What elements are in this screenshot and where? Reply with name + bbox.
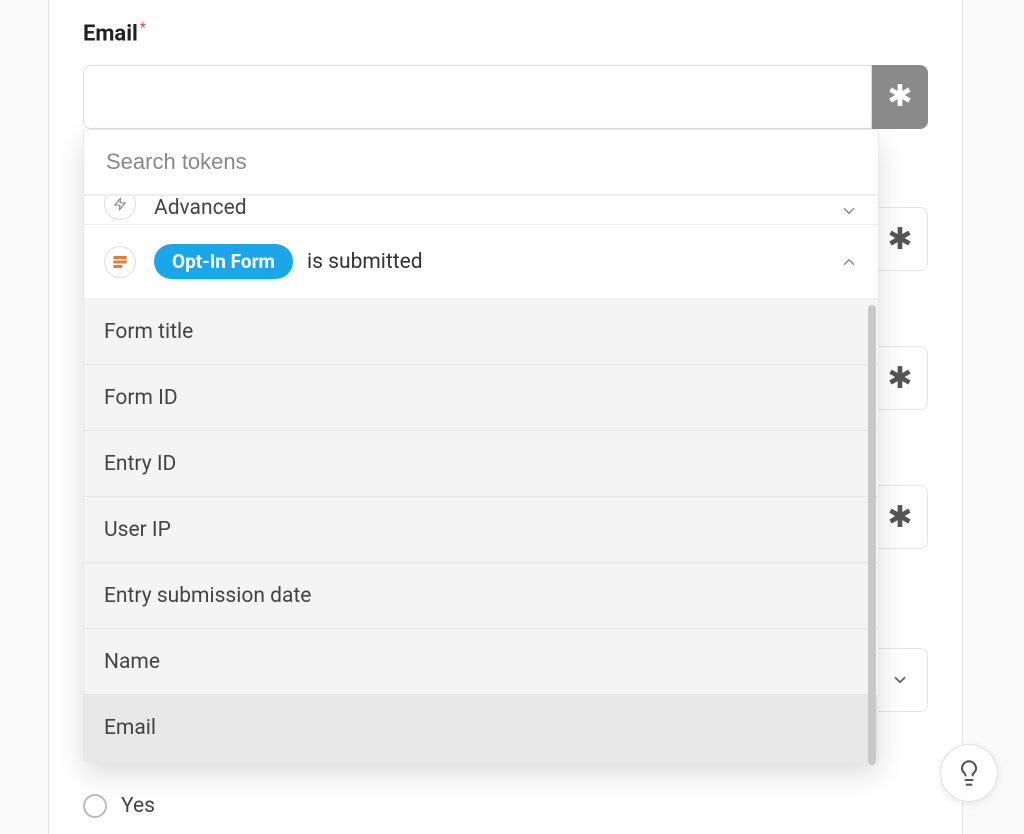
token-picker-button-active[interactable]: ✱ <box>872 65 928 129</box>
token-item-name[interactable]: Name <box>84 629 878 695</box>
chevron-down-icon <box>840 202 858 220</box>
chevron-up-icon <box>840 253 858 271</box>
token-item-user-ip[interactable]: User IP <box>84 497 878 563</box>
token-picker-button[interactable]: ✱ <box>872 346 928 410</box>
token-dropdown-body: Advanced Opt-In Form is submitted <box>84 194 878 761</box>
email-input[interactable] <box>83 65 872 129</box>
dropdown-scrollbar[interactable] <box>868 305 876 765</box>
token-label: Name <box>104 650 160 674</box>
category-label: Advanced <box>154 196 247 220</box>
help-button[interactable] <box>940 744 998 802</box>
radio-option-yes[interactable]: Yes <box>83 794 155 818</box>
token-picker-button[interactable]: ✱ <box>872 207 928 271</box>
token-item-form-id[interactable]: Form ID <box>84 365 878 431</box>
token-item-entry-submission-date[interactable]: Entry submission date <box>84 563 878 629</box>
category-trigger[interactable]: Opt-In Form is submitted <box>84 225 878 299</box>
asterisk-icon: ✱ <box>887 222 912 257</box>
bolt-icon <box>104 195 136 220</box>
lightbulb-icon <box>955 759 983 787</box>
token-list: Form title Form ID Entry ID User IP Entr… <box>84 299 878 761</box>
asterisk-icon: ✱ <box>887 361 912 396</box>
token-label: Form ID <box>104 386 178 410</box>
asterisk-icon: ✱ <box>887 500 912 535</box>
token-item-email[interactable]: Email <box>84 695 878 761</box>
token-search-input[interactable] <box>104 148 858 176</box>
required-asterisk: * <box>140 20 146 36</box>
select-toggle-button[interactable] <box>872 648 928 712</box>
trigger-suffix: is submitted <box>307 250 423 274</box>
token-label: Entry ID <box>104 452 176 476</box>
asterisk-icon: ✱ <box>887 82 912 112</box>
token-label: Form title <box>104 320 193 344</box>
token-picker-button[interactable]: ✱ <box>872 485 928 549</box>
radio-label: Yes <box>121 794 155 818</box>
token-item-entry-id[interactable]: Entry ID <box>84 431 878 497</box>
category-advanced[interactable]: Advanced <box>84 195 878 225</box>
trigger-pill: Opt-In Form <box>154 244 293 279</box>
token-label: Entry submission date <box>104 584 311 608</box>
token-item-form-title[interactable]: Form title <box>84 299 878 365</box>
token-dropdown: Advanced Opt-In Form is submitted <box>83 129 879 762</box>
chevron-down-icon <box>891 671 909 689</box>
email-input-row: ✱ <box>83 65 928 129</box>
token-label: Email <box>104 716 156 740</box>
field-label-text: Email <box>83 21 138 46</box>
field-label-email: Email* <box>83 20 146 46</box>
token-label: User IP <box>104 518 171 542</box>
wpforms-icon <box>104 246 136 278</box>
token-search-wrap <box>84 130 878 194</box>
radio-circle[interactable] <box>83 794 107 818</box>
form-panel: Email* ✱ ✱ ✱ ✱ <box>48 0 963 834</box>
